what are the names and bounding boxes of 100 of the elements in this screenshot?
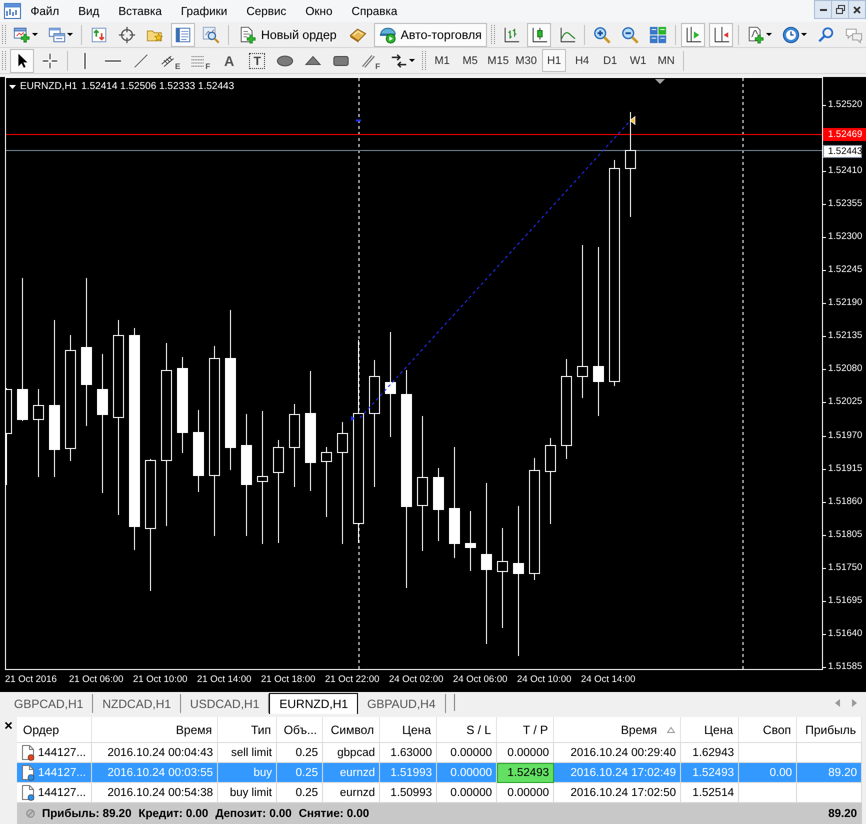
axis-arrow-icon [684, 26, 702, 44]
document-plus-icon [239, 26, 257, 44]
price-label: 1.52245 [828, 264, 862, 276]
crosshair-icon [118, 26, 136, 44]
close-icon[interactable] [5, 722, 12, 729]
channel-button[interactable]: E [157, 48, 184, 72]
timeframe-button[interactable]: D1 [598, 49, 622, 72]
column-header[interactable]: Объ... [277, 717, 323, 743]
fibonacci-button[interactable]: F [187, 48, 214, 72]
timeframe-button[interactable]: H1 [542, 49, 566, 72]
column-header[interactable]: Символ [323, 717, 380, 743]
time-label: 24 Oct 14:00 [581, 674, 636, 686]
price-label: 1.52520 [828, 99, 862, 111]
menu-item[interactable]: Файл [21, 1, 69, 21]
price-label: 1.51750 [828, 562, 862, 574]
vertical-line-icon [84, 52, 86, 68]
windows-icon [48, 26, 66, 44]
zoom-in-icon [592, 26, 611, 44]
time-label: 21 Oct 14:00 [197, 674, 252, 686]
open-arrow-icon [351, 416, 355, 421]
timeframe-button[interactable]: M15 [486, 49, 510, 72]
close-button[interactable] [848, 0, 866, 19]
cap-play-icon [378, 26, 397, 44]
restore-icon [836, 5, 844, 14]
price-label: 1.51915 [828, 463, 862, 475]
parallel-lines-icon [360, 52, 376, 68]
column-header[interactable]: Прибыль [797, 717, 862, 743]
text-tool-button[interactable]: A [217, 48, 242, 72]
price-label: 1.52355 [828, 198, 862, 210]
toolbar-grip[interactable] [422, 51, 426, 70]
shift-marker-icon [655, 79, 665, 84]
time-label: 21 Oct 10:00 [133, 674, 188, 686]
toolbar-grip[interactable] [2, 51, 6, 70]
chart-quote: 1.52414 1.52506 1.52333 1.52443 [81, 81, 234, 93]
menu-item[interactable]: Вид [68, 1, 109, 21]
time-label: 24 Oct 02:00 [389, 674, 444, 686]
price-label: 1.52190 [828, 297, 862, 309]
bearish-candle [465, 510, 476, 572]
chart-shift-button[interactable] [708, 22, 733, 46]
text-label-button[interactable]: T [245, 48, 270, 72]
column-header[interactable]: S / L [437, 717, 497, 743]
price-label: 1.51640 [828, 628, 862, 640]
bid-price-tag: 1.52443 [823, 145, 862, 158]
chart-tab[interactable]: EURNZD,H1 [269, 693, 358, 714]
column-header[interactable]: Время [92, 717, 218, 743]
menu-item[interactable]: Сервис [236, 1, 296, 21]
summary-item: Снятие: 0.00 [298, 808, 370, 820]
menu-item[interactable]: Справка [342, 1, 407, 21]
price-label: 1.51805 [828, 529, 862, 541]
timeframe-button[interactable]: M30 [514, 49, 538, 72]
order-row[interactable]: 144127... 2016.10.24 00:03:55 buy 0.25 eurnzd 1.51993 0.00000 1.52493 2016.10.24 17:02:49 1.52493 0.00 89.20 [17, 763, 862, 783]
app-icon[interactable] [4, 3, 21, 19]
timeframe-button[interactable]: M1 [430, 49, 454, 72]
column-header[interactable]: Цена [681, 717, 739, 743]
fibo-fan-button[interactable]: F [357, 48, 384, 72]
restore-button[interactable] [831, 0, 849, 19]
menu-item[interactable]: Окно [296, 1, 342, 21]
time-label: 21 Oct 06:00 [69, 674, 124, 686]
list-window-icon [174, 26, 192, 44]
chart-tab[interactable]: NZDCAD,H1 [93, 694, 182, 713]
toolbar-grip[interactable] [490, 25, 495, 44]
timeframe-button[interactable]: MN [654, 49, 678, 72]
chart-tab[interactable]: GBPAUD,H4 [358, 694, 446, 713]
summary-item: Депозит: 0.00 [215, 808, 292, 820]
autotrading-button[interactable]: Авто-торговля [374, 22, 487, 46]
column-header[interactable]: Своп [739, 717, 797, 743]
column-header[interactable]: Ордер [17, 717, 92, 743]
order-row[interactable]: 144127... 2016.10.24 00:54:38 buy limit 0.25 eurnzd 1.50993 0.00000 0.00000 2016.10.24 17:02:50 1.52514 [17, 783, 862, 803]
column-header[interactable]: T / P [497, 717, 554, 743]
candlestick-chart-button[interactable] [526, 22, 551, 46]
order-number: 144127... [38, 786, 86, 798]
price-label: 1.51695 [828, 595, 862, 607]
menu-item[interactable]: Вставка [108, 1, 172, 21]
diagonal-line-icon [132, 52, 150, 70]
speech-bubbles-icon [844, 26, 863, 44]
toolbar-grip[interactable] [2, 25, 6, 44]
timeframe-button[interactable]: H4 [570, 49, 594, 72]
timeframe-button[interactable]: W1 [626, 49, 650, 72]
summary-total: 89.20 [828, 808, 857, 820]
new-order-button[interactable]: Новый ордер [234, 22, 342, 46]
clock-icon [782, 26, 800, 44]
column-header[interactable]: Цена [380, 717, 437, 743]
time-label: 21 Oct 2016 [5, 674, 57, 686]
minimize-button[interactable] [814, 0, 832, 19]
terminal-button[interactable] [171, 22, 195, 46]
take-profit: 1.52493 [497, 763, 554, 783]
column-header[interactable]: Время [554, 717, 681, 743]
horizontal-line-icon [105, 60, 121, 62]
chart-tab[interactable]: GBPCAD,H1 [5, 694, 94, 713]
price-label: 1.52025 [828, 396, 862, 408]
price-label: 1.52135 [828, 330, 862, 342]
auto-scroll-button[interactable] [680, 22, 705, 46]
order-number: 144127... [38, 746, 86, 758]
zoom-out-icon [620, 26, 639, 44]
order-level-mark [356, 120, 361, 122]
menu-item[interactable]: Графики [171, 1, 237, 21]
cursor-button[interactable] [10, 48, 34, 72]
column-header[interactable]: Тип [218, 717, 277, 743]
chart-plus-icon [13, 26, 31, 44]
timeframe-button[interactable]: M5 [458, 49, 482, 72]
